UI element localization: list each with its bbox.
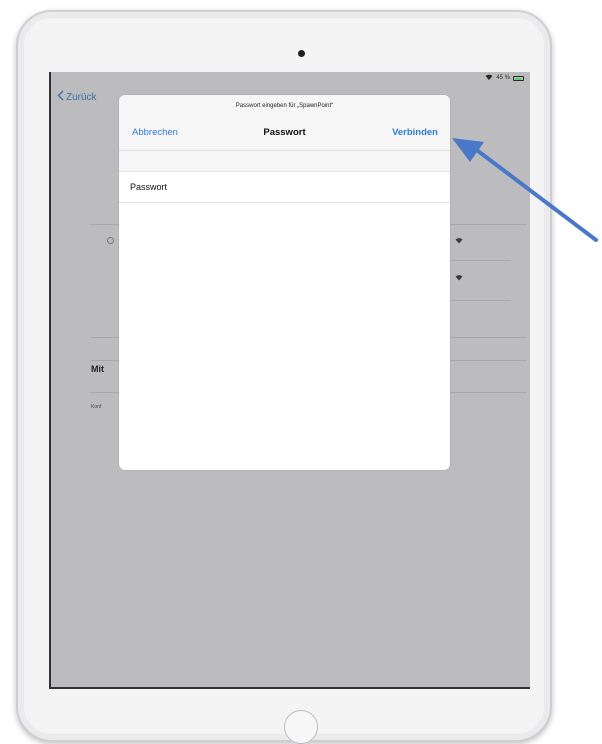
status-bar: 45 %	[485, 74, 524, 82]
dialog-prompt: Passwort eingeben für „SpawnPoint“	[235, 103, 334, 109]
divider	[451, 260, 511, 261]
wifi-icon	[485, 74, 493, 82]
wifi-icon	[455, 274, 463, 283]
dialog-spacer	[119, 151, 450, 172]
back-label: Zurück	[66, 91, 97, 103]
front-camera	[298, 50, 305, 57]
divider	[451, 300, 511, 301]
dialog-header: Passwort eingeben für „SpawnPoint“ Abbre…	[119, 95, 450, 151]
password-dialog: Passwort eingeben für „SpawnPoint“ Abbre…	[119, 95, 450, 470]
network-indicator	[107, 237, 114, 244]
password-field[interactable]	[130, 172, 430, 202]
password-row	[119, 172, 450, 203]
section-title: Mit	[91, 364, 104, 374]
battery-percentage: 45 %	[496, 75, 510, 81]
arrow-annotation-icon	[452, 138, 598, 242]
section-subtitle: Konf	[91, 404, 102, 410]
connect-button[interactable]: Verbinden	[392, 127, 438, 138]
back-button[interactable]: Zurück	[57, 90, 97, 104]
battery-icon	[513, 75, 524, 81]
home-button[interactable]	[284, 710, 318, 744]
chevron-left-icon	[57, 90, 64, 104]
